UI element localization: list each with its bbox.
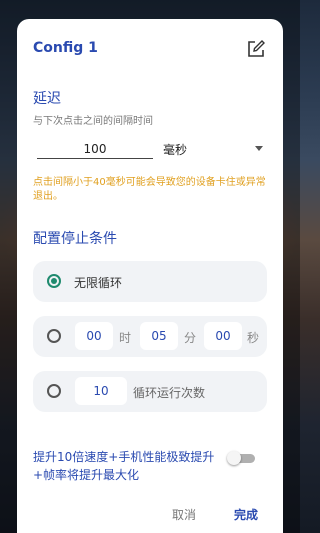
option-infinite-loop[interactable]: 无限循环 (33, 261, 267, 302)
stop-section-title: 配置停止条件 (33, 231, 117, 247)
delay-warning: 点击间隔小于40毫秒可能会导致您的设备卡住或异常退出。 (33, 177, 266, 202)
hours-label: 时 (119, 331, 132, 345)
radio-timer[interactable] (47, 329, 61, 343)
seconds-label: 秒 (247, 331, 260, 345)
delay-unit-value: 毫秒 (163, 143, 188, 157)
delay-hint: 与下次点击之间的间隔时间 (33, 116, 153, 127)
config-dialog: Config 1 延迟 与下次点击之间的间隔时间 毫秒 点击间隔小于40毫秒可能… (17, 19, 283, 533)
toggle-thumb (227, 451, 241, 465)
cancel-button[interactable]: 取消 (172, 506, 196, 523)
count-label: 循环运行次数 (133, 386, 206, 400)
infinite-label: 无限循环 (74, 276, 123, 290)
seconds-input[interactable]: 00 (204, 322, 242, 350)
radio-count[interactable] (47, 384, 61, 398)
dialog-title: Config 1 (33, 40, 98, 56)
chevron-down-icon (255, 146, 263, 151)
done-button[interactable]: 完成 (234, 506, 258, 523)
minutes-label: 分 (184, 331, 197, 345)
option-timer[interactable]: 00 时 05 分 00 秒 (33, 316, 267, 357)
radio-infinite[interactable] (47, 274, 61, 288)
hours-input[interactable]: 00 (75, 322, 113, 350)
count-input[interactable]: 10 (75, 377, 127, 405)
delay-input[interactable] (37, 140, 153, 159)
delay-section-title: 延迟 (33, 91, 61, 107)
minutes-input[interactable]: 05 (140, 322, 178, 350)
boost-toggle[interactable] (227, 451, 255, 465)
option-count[interactable]: 10 循环运行次数 (33, 371, 267, 412)
delay-unit-select[interactable]: 毫秒 (163, 140, 267, 158)
edit-icon[interactable] (247, 40, 265, 58)
boost-text: 提升10倍速度+手机性能极致提升+帧率将提升最大化 (33, 450, 215, 482)
